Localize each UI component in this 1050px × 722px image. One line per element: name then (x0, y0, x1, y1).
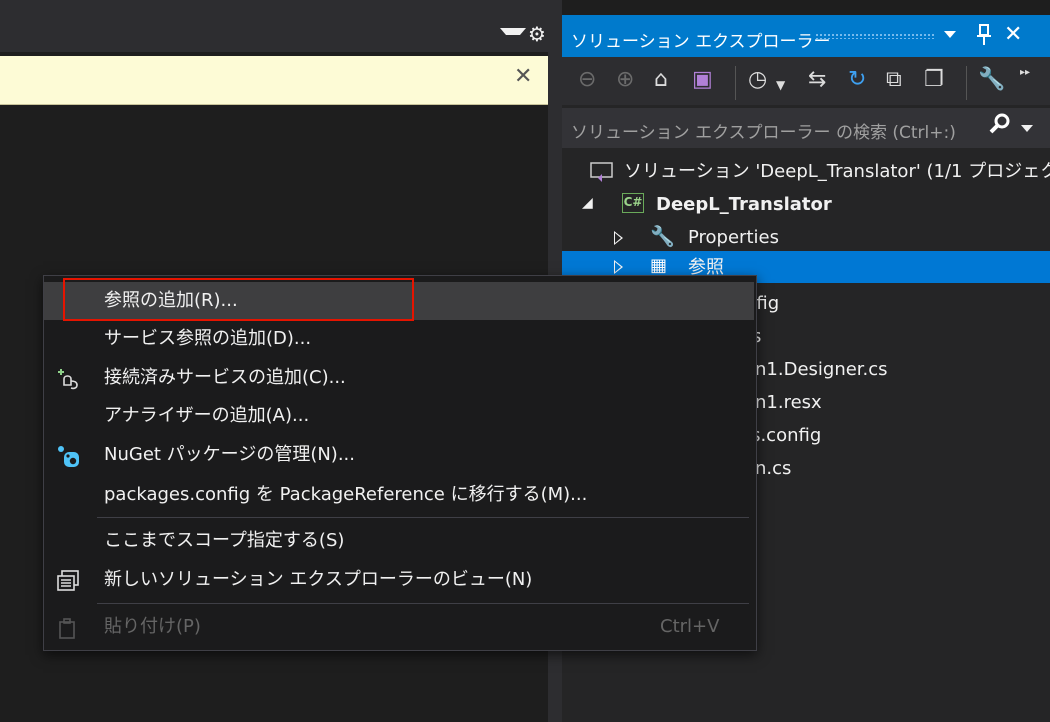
nuget-icon (56, 444, 80, 468)
search-options-dropdown-icon[interactable] (1021, 125, 1033, 132)
menu-item-label: 接続済みサービスの追加(C)... (104, 367, 346, 388)
forward-icon[interactable]: ⊕ (616, 67, 634, 93)
menu-item-add-analyzer[interactable]: アナライザーの追加(A)... (44, 397, 754, 435)
search-icon[interactable] (988, 112, 1012, 142)
editor-tab-strip (0, 0, 550, 52)
menu-item-new-solution-explorer-view[interactable]: 新しいソリューション エクスプローラーのビュー(N) (44, 561, 754, 599)
tree-item-project[interactable]: ◢ C# DeepL_Translator (562, 189, 1050, 221)
solution-icon (590, 160, 614, 188)
menu-item-label: NuGet パッケージの管理(N)... (104, 444, 355, 465)
references-icon: ▦ (650, 255, 668, 276)
tree-item-label: n1.Designer.cs (755, 359, 888, 380)
paste-icon (56, 616, 80, 640)
properties-wrench-icon[interactable]: 🔧 (978, 67, 1005, 93)
drag-grip[interactable] (815, 33, 935, 39)
collapsed-arrow-icon[interactable] (614, 231, 623, 245)
panel-title: ソリューション エクスプローラー (571, 32, 831, 52)
expanded-arrow-icon[interactable]: ◢ (582, 195, 593, 211)
home-icon[interactable]: ⌂ (654, 67, 668, 93)
menu-item-paste[interactable]: 貼り付け(P) Ctrl+V (44, 608, 754, 646)
close-icon[interactable]: ✕ (514, 66, 532, 88)
solution-explorer-toolbar (562, 57, 1050, 105)
sync-with-active-document-icon[interactable]: ⇆ (808, 67, 826, 93)
connected-service-icon (56, 367, 80, 391)
csharp-project-icon: C# (622, 193, 644, 213)
toolbar-overflow-icon[interactable]: ▸▸ (1020, 60, 1030, 86)
menu-item-add-service-reference[interactable]: サービス参照の追加(D)... (44, 320, 754, 358)
menu-item-migrate-packages[interactable]: packages.config を PackageReference に移行する… (44, 476, 754, 514)
tree-item-label: n1.resx (755, 392, 822, 413)
collapsed-arrow-icon[interactable] (614, 260, 623, 274)
info-bar (0, 56, 548, 105)
toolbar-separator (735, 66, 736, 100)
menu-item-add-connected-service[interactable]: 接続済みサービスの追加(C)... (44, 359, 754, 397)
tree-item-label: n.cs (755, 458, 792, 479)
back-icon[interactable]: ⊖ (578, 67, 596, 93)
menu-separator (97, 517, 749, 518)
tree-item-label: Properties (688, 227, 779, 248)
toolbar-separator (966, 66, 967, 100)
pending-changes-filter-icon[interactable]: ◷ (748, 67, 767, 93)
menu-item-label: ここまでスコープ指定する(S) (104, 530, 345, 551)
pin-icon[interactable] (975, 24, 993, 51)
tree-item-properties[interactable]: 🔧 Properties (562, 222, 1050, 254)
wrench-icon: 🔧 (650, 224, 675, 248)
annotation-highlight-box (63, 278, 414, 321)
menu-item-manage-nuget[interactable]: NuGet パッケージの管理(N)... (44, 436, 754, 474)
tree-item-solution[interactable]: ソリューション 'DeepL_Translator' (1/1 プロジェクト (562, 156, 1050, 188)
search-input[interactable]: ソリューション エクスプローラー の検索 (Ctrl+:) (571, 118, 956, 143)
menu-item-label: 新しいソリューション エクスプローラーのビュー(N) (104, 569, 533, 590)
new-view-icon (56, 569, 80, 593)
window-position-dropdown-icon[interactable] (944, 31, 956, 38)
menu-separator (97, 603, 749, 604)
show-all-files-icon[interactable]: ❐ (924, 67, 944, 93)
tab-list-dropdown-icon[interactable] (500, 28, 526, 49)
menu-item-scope-to-this[interactable]: ここまでスコープ指定する(S) (44, 522, 754, 560)
gear-icon[interactable]: ⚙ (528, 24, 546, 44)
menu-item-shortcut: Ctrl+V (660, 616, 720, 637)
collapse-all-icon[interactable]: ⧉ (886, 67, 902, 93)
close-icon[interactable]: ✕ (1004, 22, 1022, 47)
menu-item-label: サービス参照の追加(D)... (104, 328, 312, 349)
refresh-icon[interactable]: ↻ (848, 67, 866, 93)
switch-views-icon[interactable]: ▣ (692, 67, 713, 93)
menu-item-label: 貼り付け(P) (104, 616, 201, 637)
menu-item-label: packages.config を PackageReference に移行する… (104, 484, 588, 505)
menu-item-label: アナライザーの追加(A)... (104, 405, 310, 426)
chevron-down-icon[interactable]: ▼ (776, 72, 785, 98)
tree-item-label: ソリューション 'DeepL_Translator' (1/1 プロジェクト (624, 161, 1050, 182)
tree-item-label: DeepL_Translator (656, 194, 832, 215)
